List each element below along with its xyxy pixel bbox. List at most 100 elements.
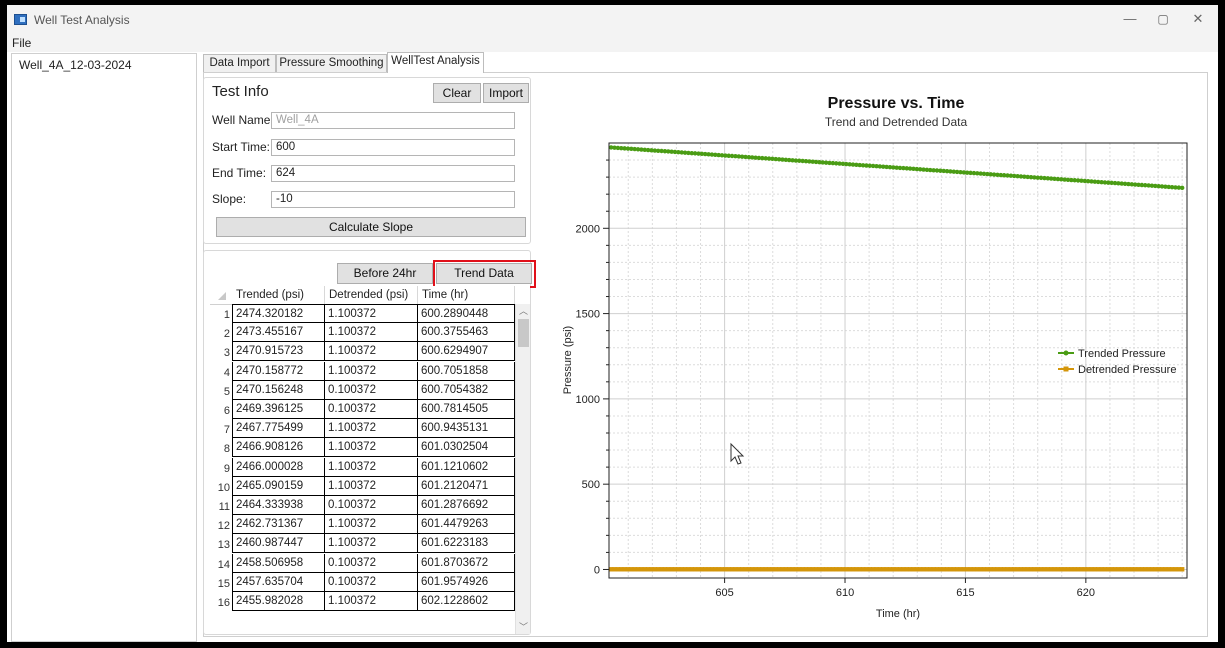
- cell-time[interactable]: 601.2120471: [418, 476, 515, 496]
- tab-pressure-smoothing[interactable]: Pressure Smoothing: [276, 54, 387, 72]
- scroll-down-icon[interactable]: ﹀: [516, 620, 530, 634]
- cell-trended[interactable]: 2469.396125: [232, 400, 325, 419]
- title-bar[interactable]: Well Test Analysis — ▢ ✕: [7, 5, 1218, 34]
- table-row[interactable]: 3 2470.915723 1.100372 600.6294907: [210, 342, 515, 362]
- legend-item-detrended[interactable]: Detrended Pressure: [1058, 364, 1176, 376]
- cell-trended[interactable]: 2466.000028: [232, 457, 325, 477]
- table-row[interactable]: 1 2474.320182 1.100372 600.2890448: [210, 304, 515, 323]
- maximize-icon[interactable]: ▢: [1151, 9, 1175, 29]
- row-number: 14: [217, 558, 230, 571]
- start-time-field[interactable]: 600: [271, 139, 515, 156]
- cell-detrended[interactable]: 1.100372: [325, 419, 418, 439]
- cell-trended[interactable]: 2474.320182: [232, 304, 325, 323]
- import-button[interactable]: Import: [483, 83, 529, 103]
- select-all-corner[interactable]: [218, 292, 226, 300]
- cell-time[interactable]: 600.6294907: [418, 342, 515, 362]
- end-time-field[interactable]: 624: [271, 165, 515, 182]
- cell-detrended[interactable]: 0.100372: [325, 380, 418, 400]
- cell-time[interactable]: 602.1228602: [418, 592, 515, 611]
- table-row[interactable]: 7 2467.775499 1.100372 600.9435131: [210, 419, 515, 439]
- cell-trended[interactable]: 2470.915723: [232, 342, 325, 362]
- cell-detrended[interactable]: 1.100372: [325, 438, 418, 458]
- column-header-detrended[interactable]: Detrended (psi): [325, 286, 418, 304]
- tab-welltest-analysis[interactable]: WellTest Analysis: [387, 52, 484, 73]
- table-row[interactable]: 14 2458.506958 0.100372 601.8703672: [210, 553, 515, 573]
- table-row[interactable]: 8 2466.908126 1.100372 601.0302504: [210, 438, 515, 458]
- y-axis-ticks: 0 500 1000 1500 2000: [576, 159, 609, 576]
- cell-trended[interactable]: 2465.090159: [232, 476, 325, 496]
- well-name-field[interactable]: Well_4A: [271, 112, 515, 129]
- cell-time[interactable]: 601.6223183: [418, 534, 515, 554]
- cell-time[interactable]: 600.7051858: [418, 361, 515, 381]
- cell-time[interactable]: 600.2890448: [418, 304, 515, 323]
- cell-time[interactable]: 600.9435131: [418, 419, 515, 439]
- column-header-trended[interactable]: Trended (psi): [232, 286, 325, 304]
- scroll-thumb[interactable]: [518, 319, 529, 347]
- cell-trended[interactable]: 2458.506958: [232, 553, 325, 573]
- table-row[interactable]: 15 2457.635704 0.100372 601.9574926: [210, 572, 515, 592]
- y-tick-label: 1500: [576, 309, 600, 321]
- table-row[interactable]: 4 2470.158772 1.100372 600.7051858: [210, 361, 515, 381]
- table-row[interactable]: 13 2460.987447 1.100372 601.6223183: [210, 534, 515, 554]
- before-24hr-button[interactable]: Before 24hr: [337, 263, 433, 284]
- cell-detrended[interactable]: 1.100372: [325, 515, 418, 535]
- cell-trended[interactable]: 2457.635704: [232, 572, 325, 592]
- cell-detrended[interactable]: 1.100372: [325, 457, 418, 477]
- cell-time[interactable]: 600.3755463: [418, 323, 515, 343]
- tab-data-import[interactable]: Data Import: [203, 54, 276, 72]
- cell-time[interactable]: 601.0302504: [418, 438, 515, 458]
- calculate-slope-button[interactable]: Calculate Slope: [216, 217, 526, 237]
- y-tick-label: 1000: [576, 394, 600, 406]
- cell-time[interactable]: 601.2876692: [418, 496, 515, 515]
- table-row[interactable]: 11 2464.333938 0.100372 601.2876692: [210, 496, 515, 515]
- data-grid[interactable]: Trended (psi) Detrended (psi) Time (hr) …: [210, 286, 530, 634]
- chart-subtitle: Trend and Detrended Data: [825, 115, 968, 129]
- x-tick-label: 610: [836, 587, 854, 599]
- cell-time[interactable]: 601.9574926: [418, 572, 515, 592]
- cell-trended[interactable]: 2462.731367: [232, 515, 325, 535]
- scroll-up-icon[interactable]: ︿: [516, 304, 530, 318]
- menu-file[interactable]: File: [12, 36, 31, 50]
- cell-detrended[interactable]: 1.100372: [325, 304, 418, 323]
- table-row[interactable]: 10 2465.090159 1.100372 601.2120471: [210, 476, 515, 496]
- cell-trended[interactable]: 2455.982028: [232, 592, 325, 611]
- cell-time[interactable]: 601.8703672: [418, 553, 515, 573]
- table-row[interactable]: 5 2470.156248 0.100372 600.7054382: [210, 380, 515, 400]
- cell-detrended[interactable]: 0.100372: [325, 553, 418, 573]
- cell-detrended[interactable]: 0.100372: [325, 572, 418, 592]
- legend-item-trended[interactable]: Trended Pressure: [1058, 348, 1166, 360]
- table-row[interactable]: 16 2455.982028 1.100372 602.1228602: [210, 592, 515, 611]
- slope-field[interactable]: -10: [271, 191, 515, 208]
- cell-detrended[interactable]: 0.100372: [325, 496, 418, 515]
- cell-time[interactable]: 601.4479263: [418, 515, 515, 535]
- cell-detrended[interactable]: 1.100372: [325, 592, 418, 611]
- cell-detrended[interactable]: 1.100372: [325, 534, 418, 554]
- row-number: 4: [223, 366, 230, 379]
- table-row[interactable]: 12 2462.731367 1.100372 601.4479263: [210, 515, 515, 535]
- cell-detrended[interactable]: 1.100372: [325, 323, 418, 343]
- cell-time[interactable]: 601.1210602: [418, 457, 515, 477]
- mouse-cursor-icon: [730, 442, 745, 465]
- cell-trended[interactable]: 2460.987447: [232, 534, 325, 554]
- minimize-icon[interactable]: —: [1118, 9, 1142, 29]
- cell-trended[interactable]: 2470.158772: [232, 361, 325, 381]
- grid-scrollbar[interactable]: ︿ ﹀: [515, 304, 530, 634]
- table-row[interactable]: 6 2469.396125 0.100372 600.7814505: [210, 400, 515, 419]
- cell-detrended[interactable]: 1.100372: [325, 342, 418, 362]
- cell-trended[interactable]: 2470.156248: [232, 380, 325, 400]
- cell-time[interactable]: 600.7054382: [418, 380, 515, 400]
- cell-detrended[interactable]: 1.100372: [325, 361, 418, 381]
- cell-trended[interactable]: 2466.908126: [232, 438, 325, 458]
- sidebar-item-well[interactable]: Well_4A_12-03-2024: [19, 58, 132, 72]
- table-row[interactable]: 2 2473.455167 1.100372 600.3755463: [210, 323, 515, 343]
- cell-trended[interactable]: 2473.455167: [232, 323, 325, 343]
- column-header-time[interactable]: Time (hr): [418, 286, 515, 304]
- cell-trended[interactable]: 2467.775499: [232, 419, 325, 439]
- cell-detrended[interactable]: 0.100372: [325, 400, 418, 419]
- cell-time[interactable]: 600.7814505: [418, 400, 515, 419]
- cell-trended[interactable]: 2464.333938: [232, 496, 325, 515]
- clear-button[interactable]: Clear: [433, 83, 481, 103]
- close-icon[interactable]: ✕: [1186, 9, 1210, 29]
- table-row[interactable]: 9 2466.000028 1.100372 601.1210602: [210, 457, 515, 477]
- cell-detrended[interactable]: 1.100372: [325, 476, 418, 496]
